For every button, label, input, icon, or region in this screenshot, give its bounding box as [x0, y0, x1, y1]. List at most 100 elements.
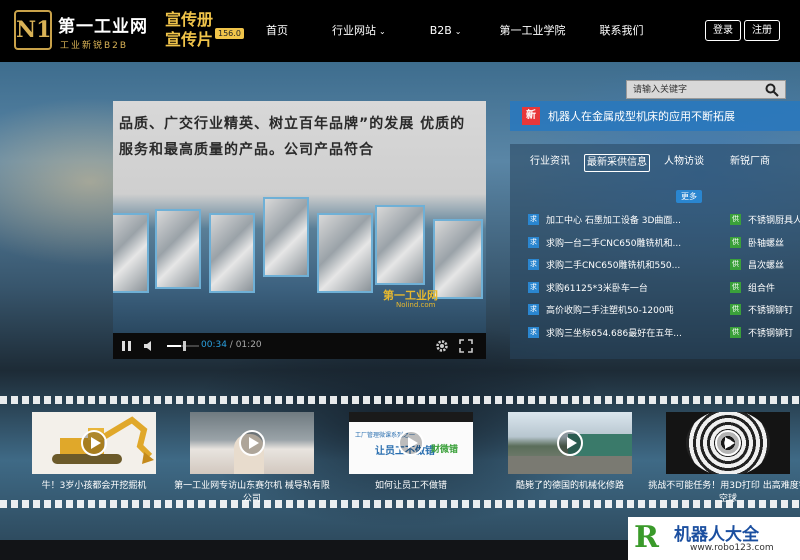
- nav-item-label: 第一工业学院: [499, 24, 566, 37]
- video-caption: 牛！3岁小孩都会开挖掘机: [41, 481, 147, 491]
- list-item-text: 昌次螺丝: [748, 261, 785, 271]
- supply-tag: 供: [730, 214, 741, 225]
- news-panel: 行业资讯 最新采供信息 人物访谈 新锐厂商 更多 求加工中心 石墨加工设备 3D…: [510, 144, 800, 359]
- video-caption: 如何让员工不做错: [374, 481, 447, 491]
- product-panel: [263, 197, 309, 277]
- list-item[interactable]: 供昌次螺丝: [730, 255, 800, 278]
- list-item[interactable]: 供不锈钢厨具人: [730, 210, 800, 233]
- product-panel: [155, 209, 201, 289]
- video-caption: 品质、广交行业精英、树立百年品牌”的发展 优质的服务和最高质量的产品。公司产品符…: [119, 116, 466, 158]
- nav-item-industry-sites[interactable]: 行业网站 ⌄: [318, 0, 416, 62]
- play-icon[interactable]: [81, 430, 107, 456]
- list-item-text: 求购二手CNC650雕铣机和550...: [546, 261, 681, 271]
- tab-industry-news[interactable]: 行业资讯: [528, 154, 572, 172]
- list-item[interactable]: 求高价收购二手注塑机50-1200吨: [528, 300, 698, 323]
- product-panel: [375, 205, 425, 285]
- list-item[interactable]: 求求购61125*3米卧车一台: [528, 278, 698, 301]
- fullscreen-icon[interactable]: [459, 339, 473, 353]
- progress-fill: [167, 345, 181, 347]
- list-item-text: 不锈钢铆钉: [748, 306, 794, 316]
- video-card[interactable]: 第一工业网专访山东赛尔机 械导轨有限公司: [174, 412, 330, 504]
- login-button[interactable]: 登录: [705, 20, 741, 41]
- logo-name: 第一工业网: [58, 17, 148, 37]
- video-frame: 品质、广交行业精英、树立百年品牌”的发展 优质的服务和最高质量的产品。公司产品符…: [113, 101, 486, 333]
- headline-text: 机器人在金属成型机床的应用不断拓展: [548, 110, 735, 123]
- video-thumbnail: [32, 412, 156, 474]
- promo-badge: 156.0: [215, 28, 244, 39]
- site-logo[interactable]: N1 第一工业网 工业新锐B2B: [14, 8, 156, 52]
- play-icon[interactable]: [398, 430, 424, 456]
- video-card[interactable]: 牛！3岁小孩都会开挖掘机: [32, 412, 156, 491]
- video-card[interactable]: 酷毙了的德国的机械化修路: [508, 412, 632, 491]
- supply-list: 供不锈钢厨具人 供卧轴螺丝 供昌次螺丝 供组合件 供不锈钢铆钉 供不锈钢铆钉: [730, 210, 800, 345]
- list-item[interactable]: 供不锈钢铆钉: [730, 323, 800, 346]
- video-player[interactable]: 品质、广交行业精英、树立百年品牌”的发展 优质的服务和最高质量的产品。公司产品符…: [113, 101, 486, 359]
- nav-item-label: 联系我们: [599, 24, 644, 37]
- supply-tag: 供: [730, 326, 741, 338]
- list-item[interactable]: 供不锈钢铆钉: [730, 300, 800, 323]
- current-time: 00:34: [201, 340, 227, 350]
- nav-item-label: 行业网站: [332, 24, 376, 37]
- list-item-text: 求购一台二手CNC650雕铣机和...: [546, 238, 682, 249]
- list-item[interactable]: 求求购三坐标654.686最好在五年...: [528, 323, 698, 346]
- list-item[interactable]: 求求购一台二手CNC650雕铣机和...: [528, 233, 698, 256]
- supply-tag: 供: [730, 236, 741, 248]
- nav-item-academy[interactable]: 第一工业学院: [486, 0, 586, 62]
- nav-item-contact[interactable]: 联系我们: [586, 0, 658, 62]
- tab-interviews[interactable]: 人物访谈: [662, 154, 706, 172]
- register-button[interactable]: 注册: [744, 20, 780, 41]
- promo-text: 宣传册 宣传片: [165, 10, 214, 49]
- progress-handle[interactable]: [183, 341, 186, 351]
- search-input[interactable]: [633, 81, 763, 98]
- video-card[interactable]: 挑战不可能任务！用3D打印 出高难度镂空球: [648, 412, 800, 504]
- tab-latest-procurement[interactable]: 最新采供信息: [584, 154, 650, 172]
- nav-item-label: 首页: [266, 24, 288, 37]
- product-panel: [113, 213, 149, 293]
- nav-item-home[interactable]: 首页: [250, 0, 318, 62]
- list-item-text: 求购61125*3米卧车一台: [546, 283, 648, 294]
- search-icon[interactable]: [765, 83, 779, 97]
- purchase-tag: 求: [528, 236, 539, 248]
- video-card[interactable]: 工厂管理微课系列之一 让员工不做错 财微错 如何让员工不做错: [349, 412, 473, 491]
- video-watermark-url: Nolind.com: [396, 301, 436, 309]
- purchase-tag: 求: [528, 304, 539, 315]
- promo-banner[interactable]: 宣传册 宣传片 156.0: [165, 10, 245, 50]
- list-item[interactable]: 求加工中心 石墨加工设备 3D曲面...: [528, 210, 698, 233]
- purchase-list: 求加工中心 石墨加工设备 3D曲面... 求求购一台二手CNC650雕铣机和..…: [528, 210, 698, 345]
- video-thumbnail: [190, 412, 314, 474]
- video-controls: 00:34 / 01:20: [113, 333, 486, 359]
- product-panel: [209, 213, 255, 293]
- list-item[interactable]: 供卧轴螺丝: [730, 233, 800, 256]
- list-item-text: 不锈钢铆钉: [748, 328, 794, 339]
- nav-item-label: B2B: [429, 24, 452, 37]
- play-icon[interactable]: [239, 430, 265, 456]
- supply-tag: 供: [730, 304, 741, 315]
- robo123-badge[interactable]: R 机器人大全 www.robo123.com: [628, 517, 800, 560]
- video-thumbnail: [508, 412, 632, 474]
- new-badge: 新: [522, 107, 540, 125]
- more-link[interactable]: 更多: [676, 190, 702, 203]
- list-item[interactable]: 供组合件: [730, 278, 800, 301]
- video-thumbnail: [666, 412, 790, 474]
- video-strip: 牛！3岁小孩都会开挖掘机 第一工业网专访山东赛尔机 械导轨有限公司 工厂管理微课…: [0, 396, 800, 508]
- robo-logo-icon: R: [634, 520, 659, 555]
- slide-sub: 财微错: [431, 445, 459, 455]
- top-navigation-bar: N1 第一工业网 工业新锐B2B 宣传册 宣传片 156.0 首页 行业网站 ⌄ …: [0, 0, 800, 62]
- play-icon[interactable]: [557, 430, 583, 456]
- list-item-text: 求购三坐标654.686最好在五年...: [546, 328, 682, 339]
- search-box: [626, 80, 786, 99]
- headline-banner[interactable]: 新 机器人在金属成型机床的应用不断拓展: [510, 101, 800, 131]
- film-perforation: [0, 396, 800, 404]
- play-icon[interactable]: [715, 430, 741, 456]
- tab-new-vendors[interactable]: 新锐厂商: [728, 154, 772, 172]
- list-item[interactable]: 求求购二手CNC650雕铣机和550...: [528, 255, 698, 278]
- purchase-tag: 求: [528, 326, 539, 338]
- chevron-down-icon: ⌄: [379, 27, 386, 36]
- pause-icon[interactable]: [121, 340, 132, 352]
- logo-slogan: 工业新锐B2B: [60, 41, 129, 51]
- list-item-text: 高价收购二手注塑机50-1200吨: [546, 306, 674, 316]
- gear-icon[interactable]: [435, 339, 449, 353]
- purchase-tag: 求: [528, 281, 539, 293]
- volume-icon[interactable]: [143, 340, 156, 352]
- nav-item-b2b[interactable]: B2B ⌄: [416, 0, 486, 62]
